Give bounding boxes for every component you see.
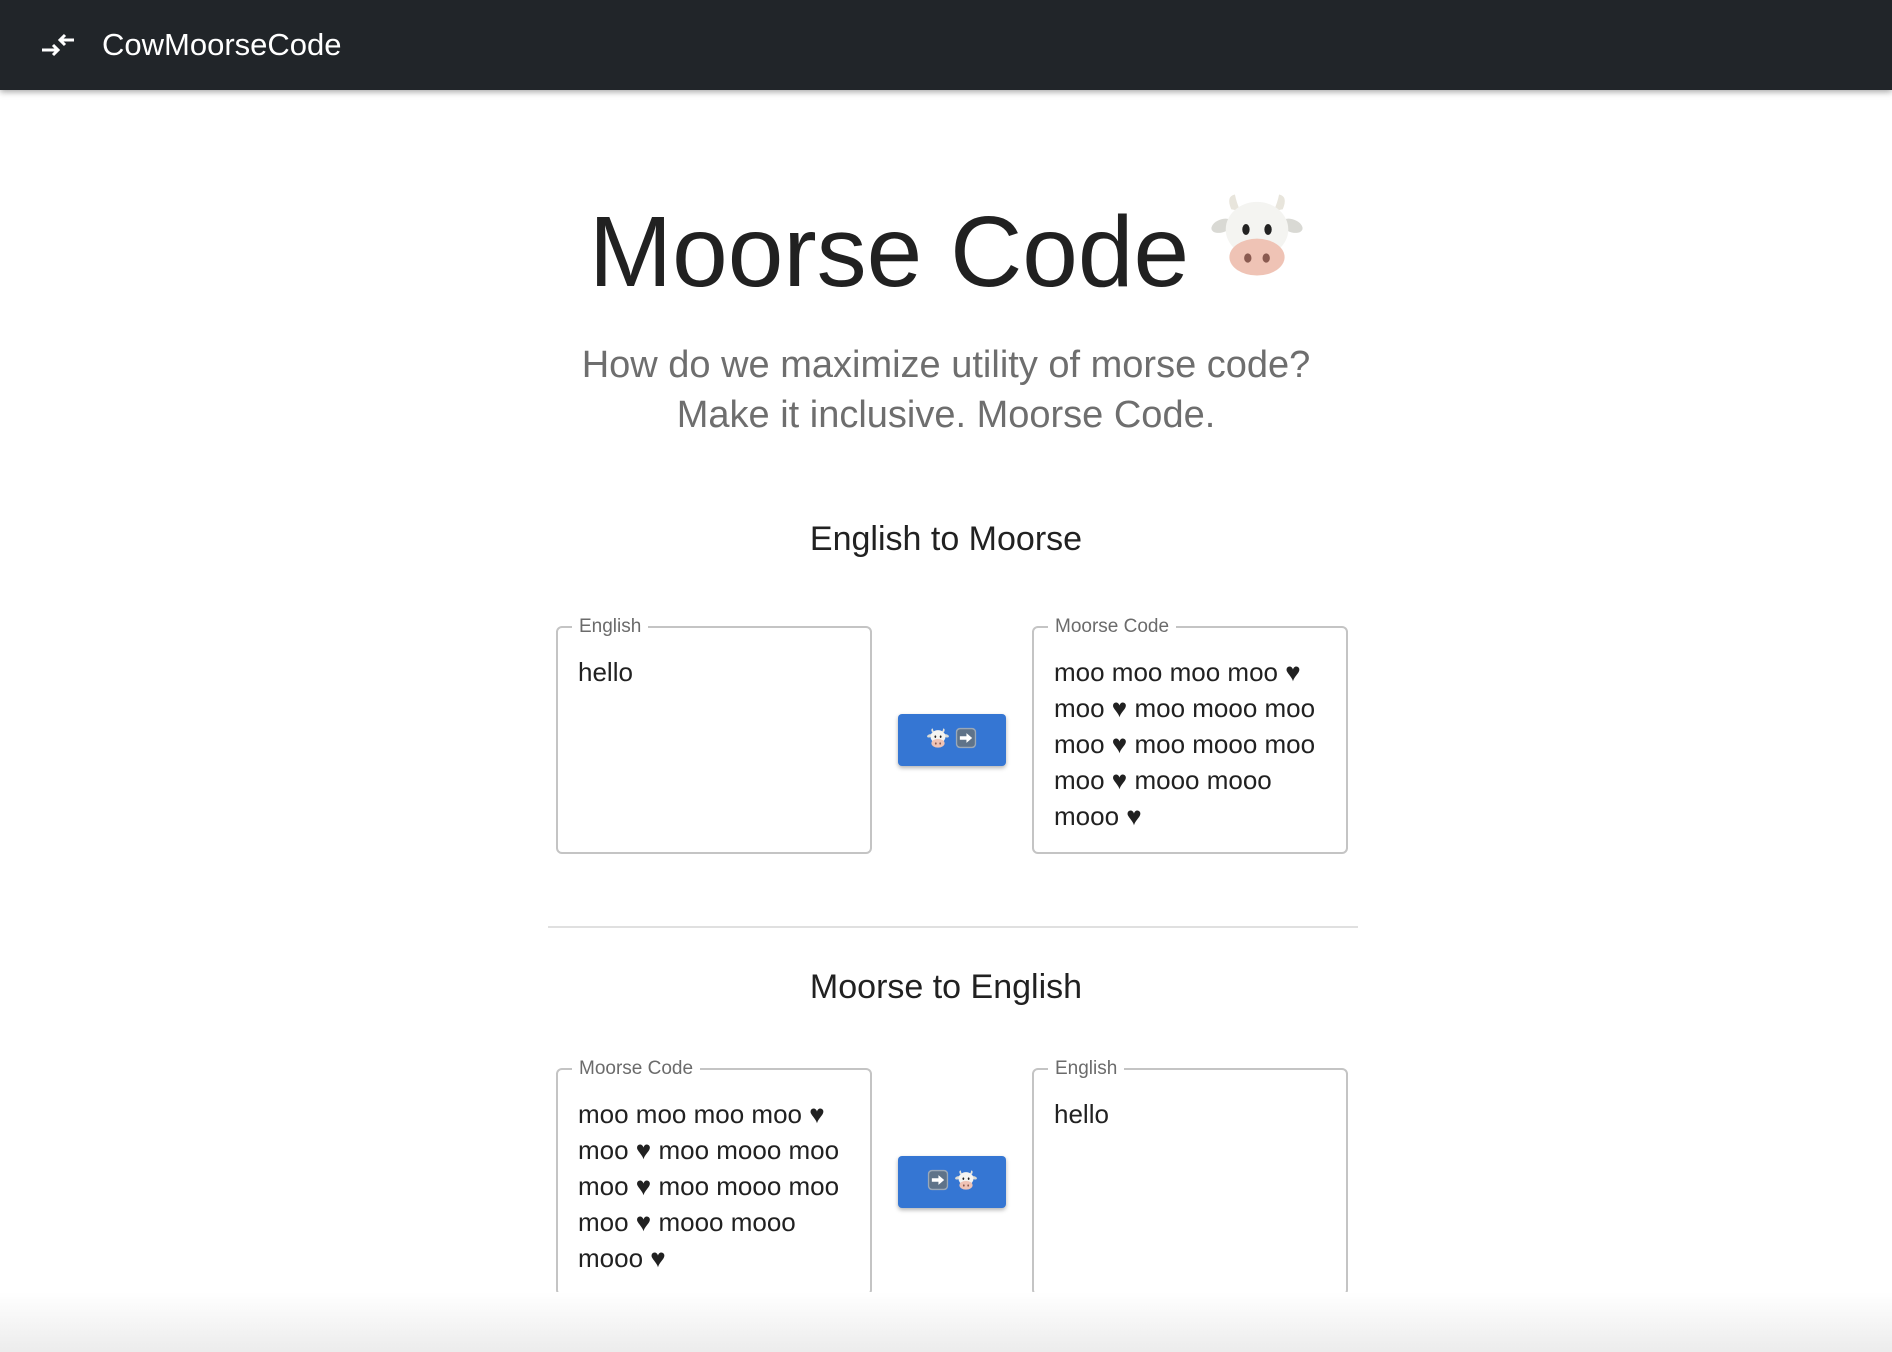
moorse-input-value[interactable]: moo moo moo moo ♥ moo ♥ moo mooo moo moo…: [578, 1096, 850, 1276]
cow-face-icon: [927, 727, 949, 754]
english-to-moorse-button[interactable]: [898, 714, 1006, 766]
moorse-input-label: Moorse Code: [572, 1058, 701, 1080]
moorse-output-label: Moorse Code: [1048, 616, 1177, 638]
english-output-field[interactable]: English hello: [1032, 1058, 1348, 1296]
moorse-input-field[interactable]: Moorse Code moo moo moo moo ♥ moo ♥ moo …: [556, 1058, 872, 1296]
section-divider: [548, 926, 1358, 928]
section-heading-english-to-moorse: English to Moorse: [809, 520, 1083, 558]
english-output-label: English: [1048, 1058, 1125, 1080]
window-bottom-edge: [0, 1292, 1892, 1352]
subtitle-line-2: Make it inclusive. Moorse Code.: [676, 394, 1216, 436]
moorse-output-field[interactable]: Moorse Code moo moo moo moo ♥ moo ♥ moo …: [1032, 616, 1348, 854]
subtitle: How do we maximize utility of morse code…: [0, 340, 1892, 440]
swap-arrows-icon[interactable]: [38, 25, 78, 65]
moorse-to-english-button[interactable]: [898, 1156, 1006, 1208]
subtitle-line-1: How do we maximize utility of morse code…: [581, 344, 1311, 386]
cow-face-icon: [955, 1169, 977, 1196]
cow-face-icon: [1211, 187, 1303, 307]
page-title-text: Moorse Code: [588, 196, 1190, 308]
english-output-value[interactable]: hello: [1054, 1096, 1326, 1132]
app-bar: CowMoorseCode: [0, 0, 1892, 90]
app-title[interactable]: CowMoorseCode: [102, 27, 342, 63]
english-input-label: English: [572, 616, 649, 638]
page-title: Moorse Code: [0, 192, 1892, 312]
right-arrow-icon: [927, 1169, 949, 1196]
english-input-value[interactable]: hello: [578, 654, 850, 690]
section-heading-moorse-to-english: Moorse to English: [809, 968, 1083, 1006]
english-input-field[interactable]: English hello: [556, 616, 872, 854]
moorse-output-value[interactable]: moo moo moo moo ♥ moo ♥ moo mooo moo moo…: [1054, 654, 1326, 834]
right-arrow-icon: [955, 727, 977, 754]
